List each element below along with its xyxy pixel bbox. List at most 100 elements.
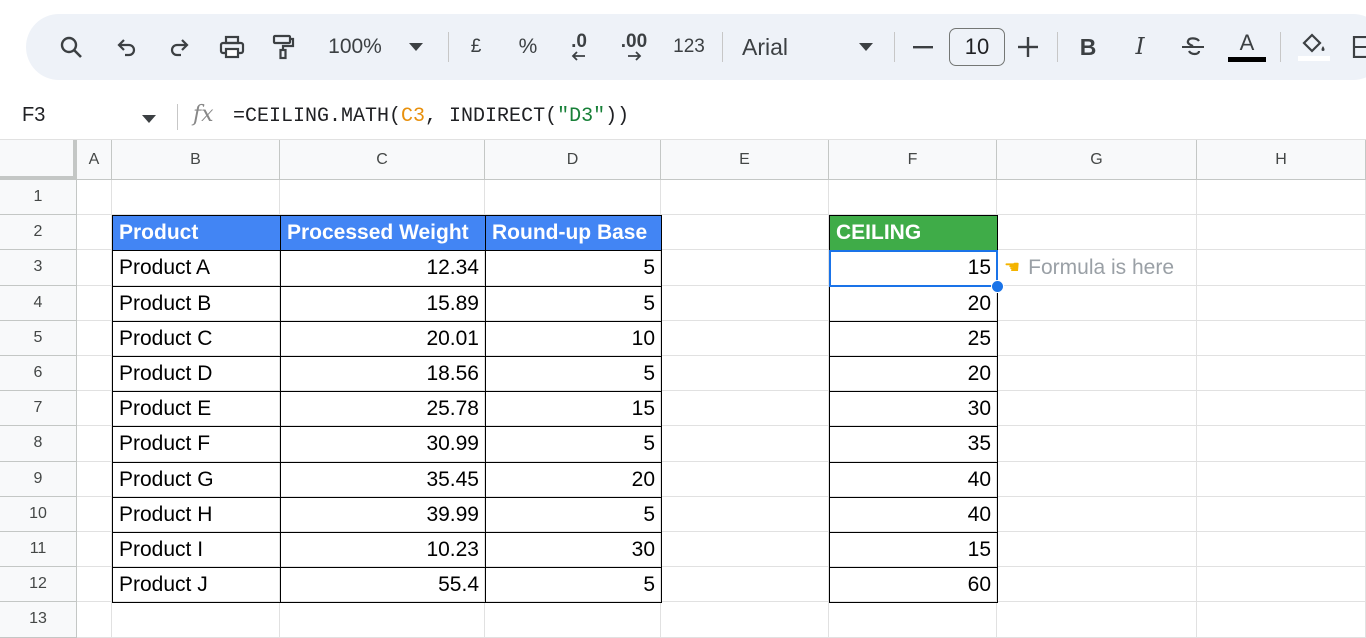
ceiling-cell[interactable]: 20 — [829, 285, 998, 322]
table-cell[interactable]: 15 — [485, 391, 662, 428]
formula-middle: , INDIRECT( — [425, 105, 558, 128]
column-header-c[interactable]: C — [280, 140, 485, 180]
table-header-cell[interactable]: Round-up Base — [485, 215, 662, 252]
table-cell[interactable]: 12.34 — [280, 250, 486, 287]
number-format-button[interactable]: 123 — [669, 14, 709, 80]
column-header-f[interactable]: F — [829, 140, 997, 180]
column-header-b[interactable]: B — [112, 140, 280, 180]
table-cell[interactable]: 20.01 — [280, 320, 486, 357]
decrease-font-size-icon[interactable] — [911, 14, 935, 80]
formula-input[interactable]: =CEILING.MATH(C3, INDIRECT("D3")) — [233, 105, 629, 128]
table-cell[interactable]: 10.23 — [280, 532, 486, 569]
row-header-6[interactable]: 6 — [0, 356, 77, 392]
ceiling-cell[interactable]: 15 — [829, 532, 998, 569]
row-header-7[interactable]: 7 — [0, 391, 77, 427]
table-cell[interactable]: Product F — [112, 426, 281, 463]
name-box[interactable]: F3 — [22, 104, 45, 127]
row-header-10[interactable]: 10 — [0, 496, 77, 532]
table-header-cell[interactable]: Processed Weight — [280, 215, 486, 252]
table-cell[interactable]: 30 — [485, 532, 662, 569]
column-header-d[interactable]: D — [485, 140, 661, 180]
table-cell[interactable]: 18.56 — [280, 356, 486, 393]
increase-decimal-button[interactable]: .00 — [616, 14, 652, 80]
table-cell[interactable]: 5 — [485, 567, 662, 604]
chevron-down-icon[interactable] — [406, 14, 426, 80]
spreadsheet-grid: A B C D E F G H 1 2 3 4 5 6 7 8 9 10 11 12 13 Product Process… — [0, 140, 1366, 638]
text-color-button[interactable]: A — [1226, 14, 1268, 80]
ceiling-cell[interactable]: 40 — [829, 461, 998, 498]
text-color-label: A — [1239, 30, 1255, 55]
table-cell[interactable]: 5 — [485, 356, 662, 393]
bold-button[interactable]: B — [1076, 14, 1100, 80]
table-cell[interactable]: Product A — [112, 250, 281, 287]
ceiling-cell[interactable]: 60 — [829, 567, 998, 604]
table-cell[interactable]: Product H — [112, 496, 281, 533]
ceiling-cell[interactable]: 15 — [829, 250, 998, 287]
table-cell[interactable]: 25.78 — [280, 391, 486, 428]
table-cell[interactable]: Product E — [112, 391, 281, 428]
row-header-4[interactable]: 4 — [0, 285, 77, 321]
font-size-input[interactable]: 10 — [949, 28, 1005, 66]
table-cell[interactable]: 35.45 — [280, 461, 486, 498]
increase-font-size-icon[interactable] — [1016, 14, 1040, 80]
column-header-e[interactable]: E — [661, 140, 829, 180]
row-header-2[interactable]: 2 — [0, 215, 77, 251]
chevron-down-icon[interactable] — [142, 110, 156, 128]
column-header-h[interactable]: H — [1197, 140, 1366, 180]
column-header-g[interactable]: G — [997, 140, 1197, 180]
italic-button[interactable]: I — [1128, 14, 1152, 80]
table-cell[interactable]: Product C — [112, 320, 281, 357]
redo-icon[interactable] — [164, 14, 194, 80]
formula-note: ☚ Formula is here — [1004, 250, 1174, 285]
ceiling-cell[interactable]: 40 — [829, 496, 998, 533]
table-cell[interactable]: 55.4 — [280, 567, 486, 604]
table-cell[interactable]: Product J — [112, 567, 281, 604]
table-cell[interactable]: 5 — [485, 496, 662, 533]
row-header-13[interactable]: 13 — [0, 602, 77, 638]
column-header-a[interactable]: A — [77, 140, 112, 180]
row-header-9[interactable]: 9 — [0, 461, 77, 497]
font-family-select[interactable]: Arial — [742, 14, 802, 80]
table-cell[interactable]: 10 — [485, 320, 662, 357]
row-header-1[interactable]: 1 — [0, 180, 77, 216]
zoom-select[interactable]: 100% — [322, 14, 388, 80]
ceiling-cell[interactable]: 35 — [829, 426, 998, 463]
table-cell[interactable]: 30.99 — [280, 426, 486, 463]
strikethrough-icon[interactable] — [1178, 14, 1208, 80]
row-header-5[interactable]: 5 — [0, 320, 77, 356]
table-cell[interactable]: Product I — [112, 532, 281, 569]
table-cell[interactable]: 20 — [485, 461, 662, 498]
table-cell[interactable]: Product D — [112, 356, 281, 393]
table-cell[interactable]: 5 — [485, 426, 662, 463]
row-header-12[interactable]: 12 — [0, 567, 77, 603]
row-header-11[interactable]: 11 — [0, 532, 77, 568]
decrease-decimal-button[interactable]: .0 — [564, 14, 594, 80]
table-cell[interactable]: Product G — [112, 461, 281, 498]
search-icon[interactable] — [56, 14, 86, 80]
ceiling-cell[interactable]: 20 — [829, 356, 998, 393]
fill-color-icon[interactable] — [1296, 14, 1332, 80]
chevron-down-icon[interactable] — [856, 14, 876, 80]
fill-handle[interactable] — [991, 279, 1004, 293]
formula-note-text: Formula is here — [1028, 255, 1175, 279]
ceiling-cell[interactable]: 25 — [829, 320, 998, 357]
print-icon[interactable] — [216, 14, 248, 80]
paint-format-icon[interactable] — [268, 14, 298, 80]
gridline-horizontal — [77, 636, 1366, 638]
table-cell[interactable]: 15.89 — [280, 285, 486, 322]
table-cell[interactable]: 5 — [485, 250, 662, 287]
ceiling-header-cell[interactable]: CEILING — [829, 215, 998, 252]
table-cell[interactable]: Product B — [112, 285, 281, 322]
select-all-corner[interactable] — [0, 140, 77, 180]
percent-format-button[interactable]: % — [516, 14, 540, 80]
row-header-8[interactable]: 8 — [0, 426, 77, 462]
table-cell[interactable]: 39.99 — [280, 496, 486, 533]
ceiling-cell[interactable]: 30 — [829, 391, 998, 428]
currency-format-button[interactable]: £ — [466, 14, 486, 80]
table-cell[interactable]: 5 — [485, 285, 662, 322]
undo-icon[interactable] — [112, 14, 142, 80]
table-header-cell[interactable]: Product — [112, 215, 281, 252]
borders-icon[interactable] — [1352, 14, 1366, 80]
row-header-3[interactable]: 3 — [0, 250, 77, 286]
formula-string-literal: "D3" — [557, 105, 606, 128]
